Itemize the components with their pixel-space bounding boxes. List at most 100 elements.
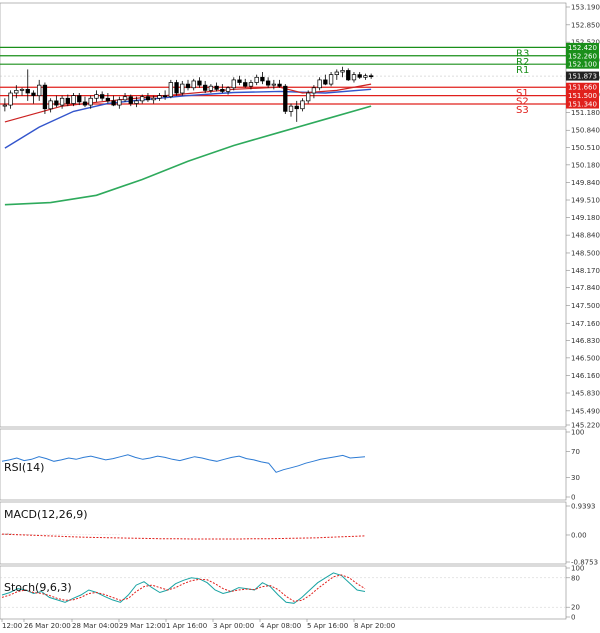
candle-body (151, 97, 156, 101)
candle-body (300, 100, 305, 110)
candle-body (174, 82, 179, 94)
macd-label: MACD(12,26,9) (4, 508, 88, 521)
candle-body (271, 83, 276, 86)
candle-body (203, 84, 208, 91)
candle-body (122, 96, 128, 101)
stoch-tick-label: 0 (571, 614, 575, 622)
candle-body (134, 100, 139, 104)
candle-body (357, 74, 362, 78)
time-tick-label: 26 Mar 20:00 (24, 622, 71, 630)
candle-body (31, 92, 36, 96)
candle-body (185, 83, 191, 89)
stoch-tick-label: 80 (571, 574, 580, 582)
resistance-tag: 152.260 (568, 52, 597, 60)
time-tick-label: 8 Apr 20:00 (354, 622, 395, 630)
resistance-tag: 152.420 (568, 44, 597, 52)
candle-body (65, 97, 70, 104)
candle-body (88, 97, 93, 106)
price-tick-label: 147.500 (571, 302, 600, 310)
time-tick-label: 5 Apr 16:00 (307, 622, 348, 630)
candle-body (323, 79, 328, 85)
support-tag: 151.500 (568, 92, 597, 100)
price-tick-label: 149.180 (571, 214, 600, 222)
candle-body (54, 100, 59, 106)
candle-body (77, 95, 82, 103)
time-tick-label: 29 Mar 12:00 (119, 622, 166, 630)
candle-body (19, 88, 25, 91)
rsi-tick-label: 70 (571, 448, 580, 456)
candle-body (363, 75, 368, 78)
rsi-label: RSI(14) (4, 461, 44, 474)
time-tick-label: 3 Apr 00:00 (213, 622, 254, 630)
candle-body (157, 95, 162, 99)
support-tag: 151.340 (568, 101, 597, 109)
support-name: S3 (516, 105, 529, 116)
candle-body (220, 88, 225, 92)
candle-body (231, 79, 236, 89)
price-tick-label: 148.500 (571, 249, 600, 257)
candle-body (283, 85, 288, 112)
candle-body (288, 105, 294, 112)
candle-body (334, 71, 339, 76)
candle-body (243, 82, 248, 87)
price-tick-label: 152.850 (571, 21, 600, 29)
price-tick-label: 145.490 (571, 407, 600, 415)
stoch-tick-label: 100 (571, 565, 584, 573)
price-tick-label: 150.180 (571, 161, 600, 169)
rsi-tick-label: 30 (571, 474, 580, 482)
macd-tick-label: 0.9393 (571, 503, 596, 511)
price-tick-label: 150.840 (571, 127, 600, 135)
price-tags: 152.100152.260152.420 151.660151.500151.3… (566, 42, 599, 109)
candle-body (328, 74, 334, 85)
candle-body (248, 82, 254, 87)
candle-body (140, 96, 145, 102)
candle-body (191, 80, 196, 89)
macd-tick-label: 0.00 (571, 531, 587, 539)
rsi-panel (0, 428, 567, 501)
price-tick-label: 145.830 (571, 390, 600, 398)
candle-body (25, 88, 30, 94)
price-tick-label: 146.160 (571, 372, 600, 380)
candle-body (168, 82, 173, 98)
candle-body (340, 70, 345, 73)
price-tick-label: 148.170 (571, 267, 600, 275)
candle-body (311, 87, 317, 94)
main-panel (0, 2, 567, 428)
candle-body (265, 80, 271, 86)
candle-body (317, 79, 322, 89)
time-axis: 12:00 26 Mar 20:00 28 Mar 04:00 29 Mar 12:0… (1, 619, 395, 630)
price-tick-label: 148.840 (571, 232, 600, 240)
candle-body (197, 80, 202, 86)
resistance-name: R3 (516, 48, 529, 59)
candle-body (346, 70, 351, 81)
price-tick-label: 150.510 (571, 144, 600, 152)
stoch-tick-label: 20 (571, 604, 580, 612)
candle-body (82, 101, 88, 106)
time-tick-label: 12:00 (2, 622, 22, 630)
current-price-tag: 151.873 (568, 73, 597, 81)
candle-body (260, 76, 265, 82)
candle-body (208, 85, 214, 91)
price-tick-label: 149.840 (571, 179, 600, 187)
candle-body (2, 104, 8, 107)
candle-body (237, 79, 242, 83)
candle-body (351, 74, 357, 81)
time-tick-label: 28 Mar 04:00 (72, 622, 119, 630)
rsi-tick-label: 100 (571, 429, 584, 437)
candle-body (277, 83, 282, 87)
candle-body (105, 97, 111, 102)
candle-body (94, 94, 99, 99)
support-tag: 151.660 (568, 84, 597, 92)
time-tick-label: 4 Apr 08:00 (260, 622, 301, 630)
resistance-tag: 152.100 (568, 61, 597, 69)
candle-body (145, 96, 151, 101)
candle-body (294, 105, 299, 110)
price-tick-label: 153.190 (571, 4, 600, 12)
price-tick-label: 146.500 (571, 354, 600, 362)
candle-body (162, 95, 168, 98)
candle-body (128, 96, 133, 104)
candle-body (180, 83, 185, 94)
candle-body (111, 100, 116, 106)
candle-body (14, 90, 19, 94)
candle-body (37, 84, 42, 96)
